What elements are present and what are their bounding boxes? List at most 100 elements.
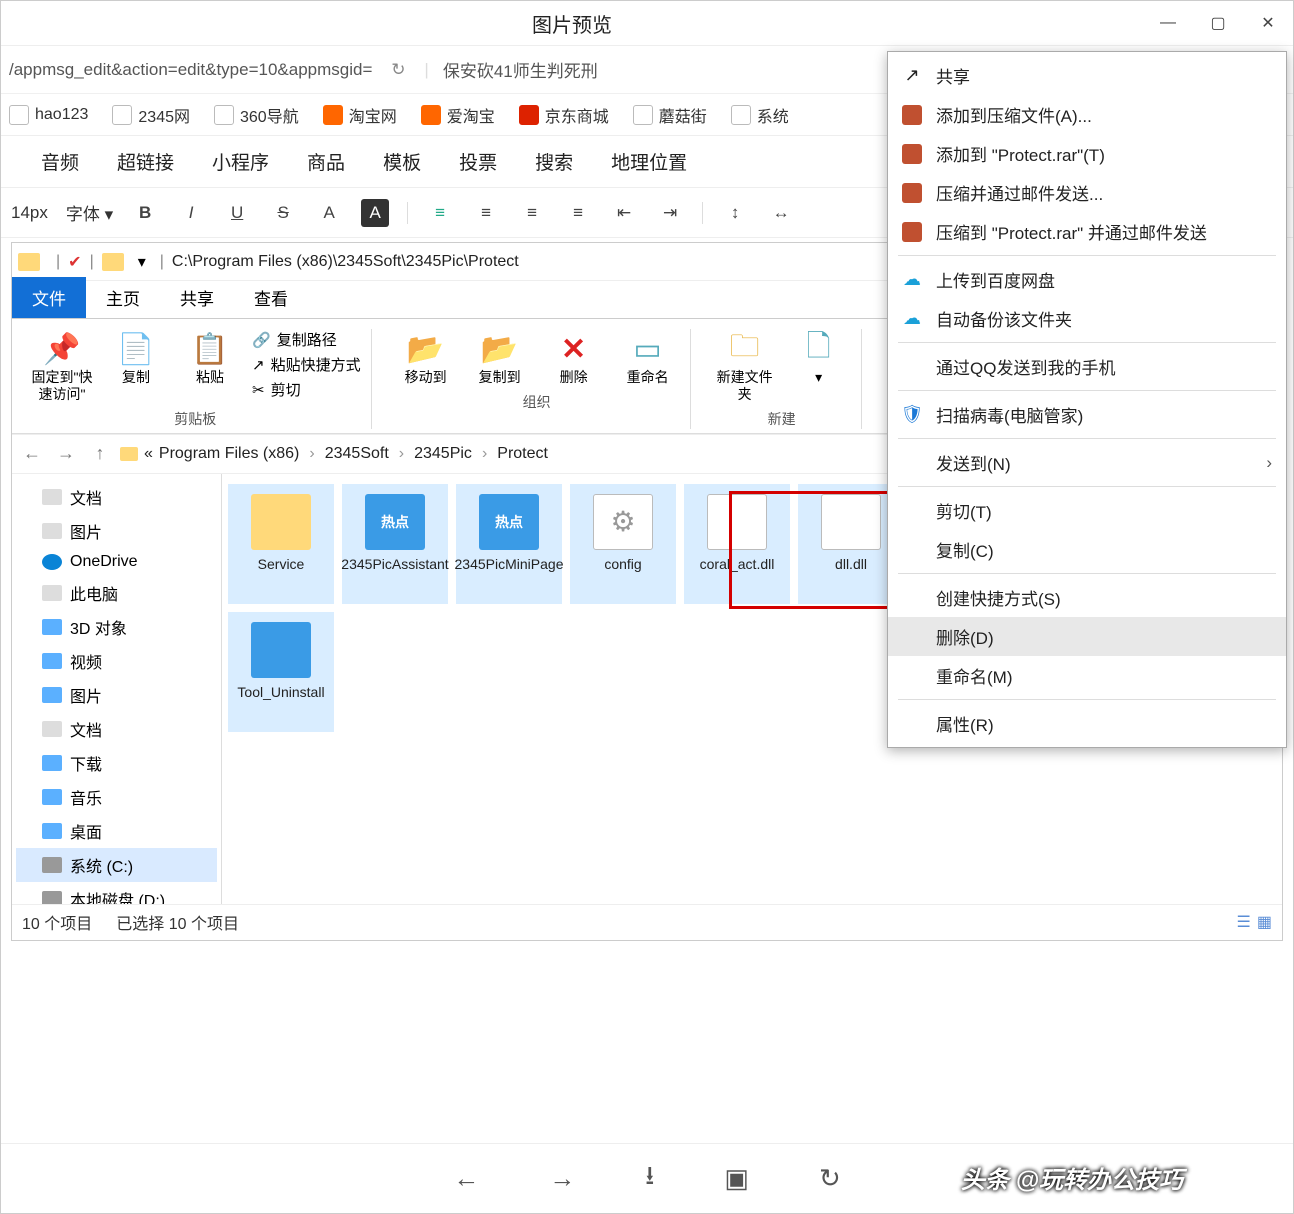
align-justify-button[interactable]: ≡ — [564, 199, 592, 227]
file-item[interactable]: config — [570, 484, 676, 604]
tree-item[interactable]: 音乐 — [16, 780, 217, 814]
underline-button[interactable]: U — [223, 199, 251, 227]
breadcrumb-part[interactable]: 2345Pic — [414, 445, 472, 463]
bookmark-item[interactable]: 360导航 — [214, 103, 299, 127]
tree-item[interactable]: 视频 — [16, 644, 217, 678]
font-family[interactable]: 字体 ▾ — [66, 200, 113, 225]
italic-button[interactable]: I — [177, 199, 205, 227]
file-item[interactable]: 热点2345PicAssistant — [342, 484, 448, 604]
file-item[interactable]: coral_act.dll — [684, 484, 790, 604]
strike-button[interactable]: S — [269, 199, 297, 227]
rotate-button[interactable]: ↻ — [819, 1163, 841, 1194]
menu-location[interactable]: 地理位置 — [611, 148, 687, 175]
bookmark-item[interactable]: 系统 — [731, 103, 789, 127]
context-menu-item[interactable]: ☁自动备份该文件夹 — [888, 299, 1286, 338]
context-menu-item[interactable]: ☁上传到百度网盘 — [888, 260, 1286, 299]
context-menu-item[interactable]: 通过QQ发送到我的手机 — [888, 347, 1286, 386]
url-text[interactable]: /appmsg_edit&action=edit&type=10&appmsgi… — [9, 60, 372, 80]
menu-vote[interactable]: 投票 — [459, 148, 497, 175]
tab-share[interactable]: 共享 — [160, 277, 234, 318]
context-menu-item[interactable]: 重命名(M) — [888, 656, 1286, 695]
menu-template[interactable]: 模板 — [383, 148, 421, 175]
copy-to-button[interactable]: 📂复制到 — [468, 329, 532, 386]
tree-item[interactable]: 系统 (C:) — [16, 848, 217, 882]
align-right-button[interactable]: ≡ — [518, 199, 546, 227]
menu-search[interactable]: 搜索 — [535, 148, 573, 175]
context-menu-item[interactable]: ↗共享 — [888, 56, 1286, 95]
paste-button[interactable]: 📋粘贴 — [178, 329, 242, 386]
tab-home[interactable]: 主页 — [86, 277, 160, 318]
list-view-icon[interactable]: ☰ — [1237, 912, 1251, 932]
font-size[interactable]: 14px — [11, 203, 48, 223]
line-height-button[interactable]: ↕ — [721, 199, 749, 227]
maximize-button[interactable]: ▢ — [1193, 1, 1243, 46]
font-color-button[interactable]: A — [315, 199, 343, 227]
context-menu-item[interactable]: 创建快捷方式(S) — [888, 578, 1286, 617]
bookmark-item[interactable]: 京东商城 — [519, 103, 609, 127]
download-button[interactable]: ⭳ — [645, 1157, 654, 1201]
context-menu-item[interactable]: 属性(R) — [888, 704, 1286, 743]
tab-file[interactable]: 文件 — [12, 277, 86, 318]
file-item[interactable]: Tool_Uninstall — [228, 612, 334, 732]
align-center-button[interactable]: ≡ — [472, 199, 500, 227]
bookmark-item[interactable]: 淘宝网 — [323, 103, 397, 127]
delete-button[interactable]: ✕删除 — [542, 329, 606, 386]
context-menu-item[interactable]: 删除(D) — [888, 617, 1286, 656]
context-menu-item[interactable]: 添加到 "Protect.rar"(T) — [888, 134, 1286, 173]
tree-item[interactable]: 此电脑 — [16, 576, 217, 610]
tree-item[interactable]: 本地磁盘 (D:) — [16, 882, 217, 904]
paste-shortcut-button[interactable]: ↗粘贴快捷方式 — [252, 354, 361, 375]
prev-button[interactable]: ← — [453, 1163, 479, 1194]
tree-item[interactable]: 下载 — [16, 746, 217, 780]
minimize-button[interactable]: — — [1143, 1, 1193, 46]
align-left-button[interactable]: ≡ — [426, 199, 454, 227]
indent-button[interactable]: ⇤ — [610, 199, 638, 227]
close-button[interactable]: ✕ — [1243, 1, 1293, 46]
context-menu-item[interactable]: 🛡扫描病毒(电脑管家) — [888, 395, 1286, 434]
breadcrumb-part[interactable]: Protect — [497, 445, 548, 463]
new-folder-button[interactable]: 🗀新建文件夹 — [713, 329, 777, 403]
bookmark-item[interactable]: 爱淘宝 — [421, 103, 495, 127]
pin-to-quick-access-button[interactable]: 📌固定到"快速访问" — [30, 329, 94, 403]
tree-item[interactable]: 桌面 — [16, 814, 217, 848]
tab-view[interactable]: 查看 — [234, 277, 308, 318]
bookmark-item[interactable]: hao123 — [9, 105, 88, 125]
context-menu-item[interactable]: 复制(C) — [888, 530, 1286, 569]
bookmark-item[interactable]: 2345网 — [112, 103, 190, 127]
menu-product[interactable]: 商品 — [307, 148, 345, 175]
bookmark-item[interactable]: 蘑菇街 — [633, 103, 707, 127]
context-menu-item[interactable]: 压缩并通过邮件发送... — [888, 173, 1286, 212]
spacing-button[interactable]: ↔ — [767, 199, 795, 227]
menu-link[interactable]: 超链接 — [117, 148, 174, 175]
next-button[interactable]: → — [549, 1163, 575, 1194]
cut-button[interactable]: ✂剪切 — [252, 379, 361, 400]
tree-item[interactable]: 3D 对象 — [16, 610, 217, 644]
file-item[interactable]: Service — [228, 484, 334, 604]
refresh-icon[interactable]: ↻ — [386, 60, 410, 80]
tile-view-icon[interactable]: ▦ — [1257, 912, 1272, 932]
move-to-button[interactable]: 📂移动到 — [394, 329, 458, 386]
context-menu-item[interactable]: 剪切(T) — [888, 491, 1286, 530]
copy-path-button[interactable]: 🔗复制路径 — [252, 329, 361, 350]
one-to-one-button[interactable]: ▣ — [724, 1163, 749, 1194]
bg-color-button[interactable]: A — [361, 199, 389, 227]
copy-button[interactable]: 📄复制 — [104, 329, 168, 386]
rename-button[interactable]: ▭重命名 — [616, 329, 680, 386]
file-item[interactable]: 热点2345PicMiniPage — [456, 484, 562, 604]
nav-forward-button[interactable]: → — [52, 443, 80, 464]
tree-item[interactable]: 文档 — [16, 480, 217, 514]
outdent-button[interactable]: ⇥ — [656, 199, 684, 227]
tree-item[interactable]: 文档 — [16, 712, 217, 746]
new-item-button[interactable]: 🗋▾ — [787, 329, 851, 386]
tree-item[interactable]: 图片 — [16, 514, 217, 548]
tree-item[interactable]: 图片 — [16, 678, 217, 712]
breadcrumb-part[interactable]: Program Files (x86) — [159, 445, 299, 463]
context-menu-item[interactable]: 压缩到 "Protect.rar" 并通过邮件发送 — [888, 212, 1286, 251]
bold-button[interactable]: B — [131, 199, 159, 227]
menu-miniapp[interactable]: 小程序 — [212, 148, 269, 175]
breadcrumb-part[interactable]: 2345Soft — [325, 445, 389, 463]
menu-audio[interactable]: 音频 — [41, 148, 79, 175]
nav-up-button[interactable]: ↑ — [86, 443, 114, 464]
tree-item[interactable]: OneDrive — [16, 548, 217, 576]
context-menu-item[interactable]: 发送到(N)› — [888, 443, 1286, 482]
